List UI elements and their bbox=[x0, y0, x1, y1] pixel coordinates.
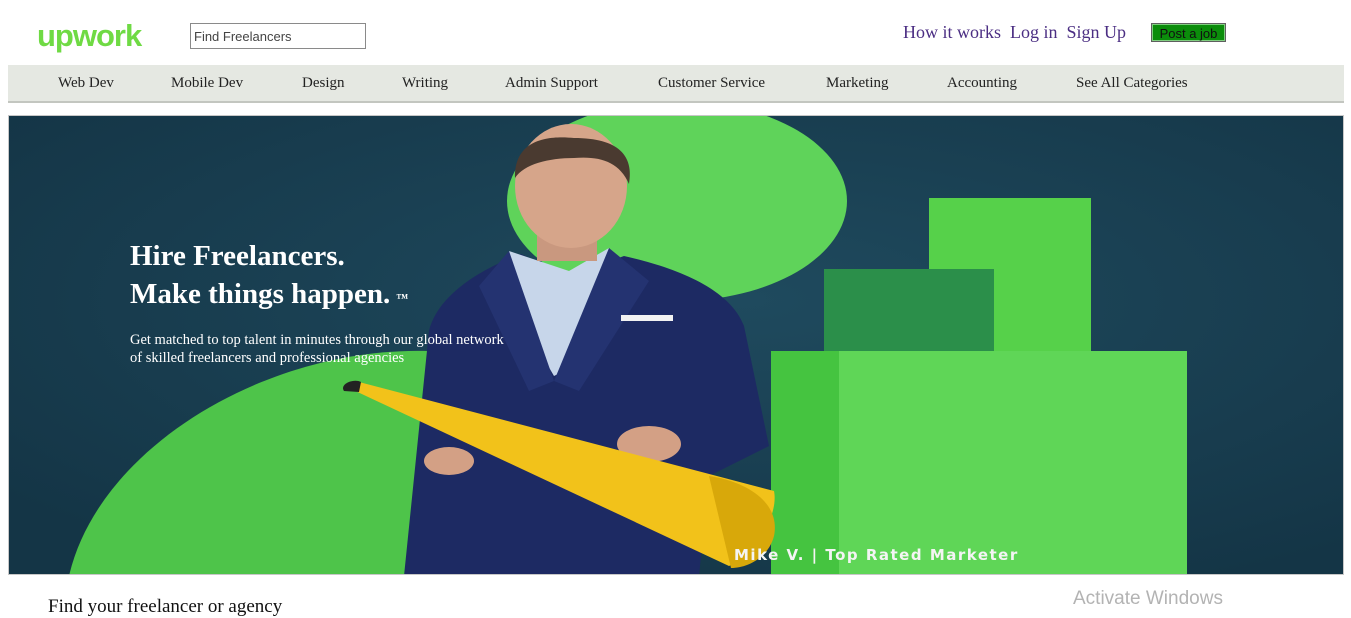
post-job-button[interactable]: Post a job bbox=[1151, 23, 1226, 42]
hero-title-line2: Make things happen. bbox=[130, 278, 391, 310]
category-navbar: Web Dev Mobile Dev Design Writing Admin … bbox=[8, 65, 1344, 103]
hero-caption: Mike V. | Top Rated Marketer bbox=[734, 546, 1019, 564]
nav-item-marketing[interactable]: Marketing bbox=[826, 75, 888, 92]
activate-windows-watermark: Activate Windows bbox=[1073, 588, 1223, 609]
nav-item-customer-service[interactable]: Customer Service bbox=[658, 75, 765, 92]
nav-item-web-dev[interactable]: Web Dev bbox=[58, 75, 114, 92]
log-in-link[interactable]: Log in bbox=[1010, 22, 1058, 43]
hero-title: Hire Freelancers. Make things happen. ™ bbox=[130, 237, 408, 313]
dark-green-block bbox=[824, 269, 994, 354]
green-block-bottom bbox=[839, 351, 1187, 574]
trademark-symbol: ™ bbox=[396, 291, 409, 305]
nav-item-admin-support[interactable]: Admin Support bbox=[505, 75, 598, 92]
logo-text: upwork bbox=[37, 18, 143, 53]
hero-subtitle: Get matched to top talent in minutes thr… bbox=[130, 332, 504, 366]
hero-title-line1: Hire Freelancers. bbox=[130, 240, 345, 272]
nav-item-see-all-categories[interactable]: See All Categories bbox=[1076, 75, 1188, 92]
hero-banner: Hire Freelancers. Make things happen. ™ G… bbox=[8, 115, 1344, 575]
nav-item-writing[interactable]: Writing bbox=[402, 75, 448, 92]
top-links: How it works Log in Sign Up bbox=[903, 22, 1126, 43]
nav-item-accounting[interactable]: Accounting bbox=[947, 75, 1017, 92]
nav-item-mobile-dev[interactable]: Mobile Dev bbox=[171, 75, 243, 92]
sign-up-link[interactable]: Sign Up bbox=[1067, 22, 1127, 43]
how-it-works-link[interactable]: How it works bbox=[903, 22, 1001, 43]
upwork-logo[interactable]: upwork bbox=[37, 18, 167, 54]
search-input[interactable] bbox=[190, 23, 366, 49]
nav-item-design[interactable]: Design bbox=[302, 75, 345, 92]
